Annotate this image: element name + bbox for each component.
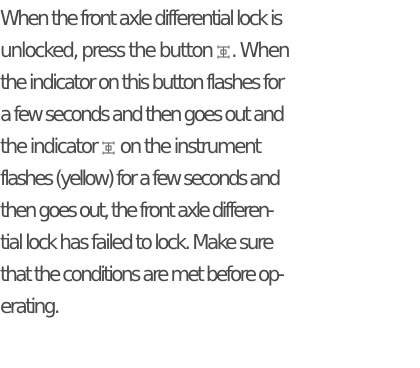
text-line: that the conditions are met before op- [0,262,285,286]
text-fragment: on the instrument [115,134,263,158]
text-fragment: the indicator [0,134,101,158]
text-line: a few seconds and then goes out and [0,102,285,126]
text-line: unlocked, press the button . When [0,34,420,66]
page: When the front axle differential lock is… [0,0,420,368]
front-axle-diff-lock-indicator-icon [102,141,115,155]
text-fragment: unlocked, press the button [0,38,217,62]
text-line: erating. [0,294,60,318]
text-line: tial lock has failed to lock. Make sure [0,230,275,254]
text-line: the indicator on the instrument [0,130,420,162]
text-line: flashes (yellow) for a few seconds and [0,166,281,190]
text-line: the indicator on this button flashes for [0,70,285,94]
text-line: then goes out, the front axle differen- [0,198,275,222]
front-axle-diff-lock-icon [217,45,230,59]
instruction-paragraph: When the front axle differential lock is… [0,2,420,322]
text-line: When the front axle differential lock is [0,6,283,30]
text-fragment: . When [231,38,290,62]
